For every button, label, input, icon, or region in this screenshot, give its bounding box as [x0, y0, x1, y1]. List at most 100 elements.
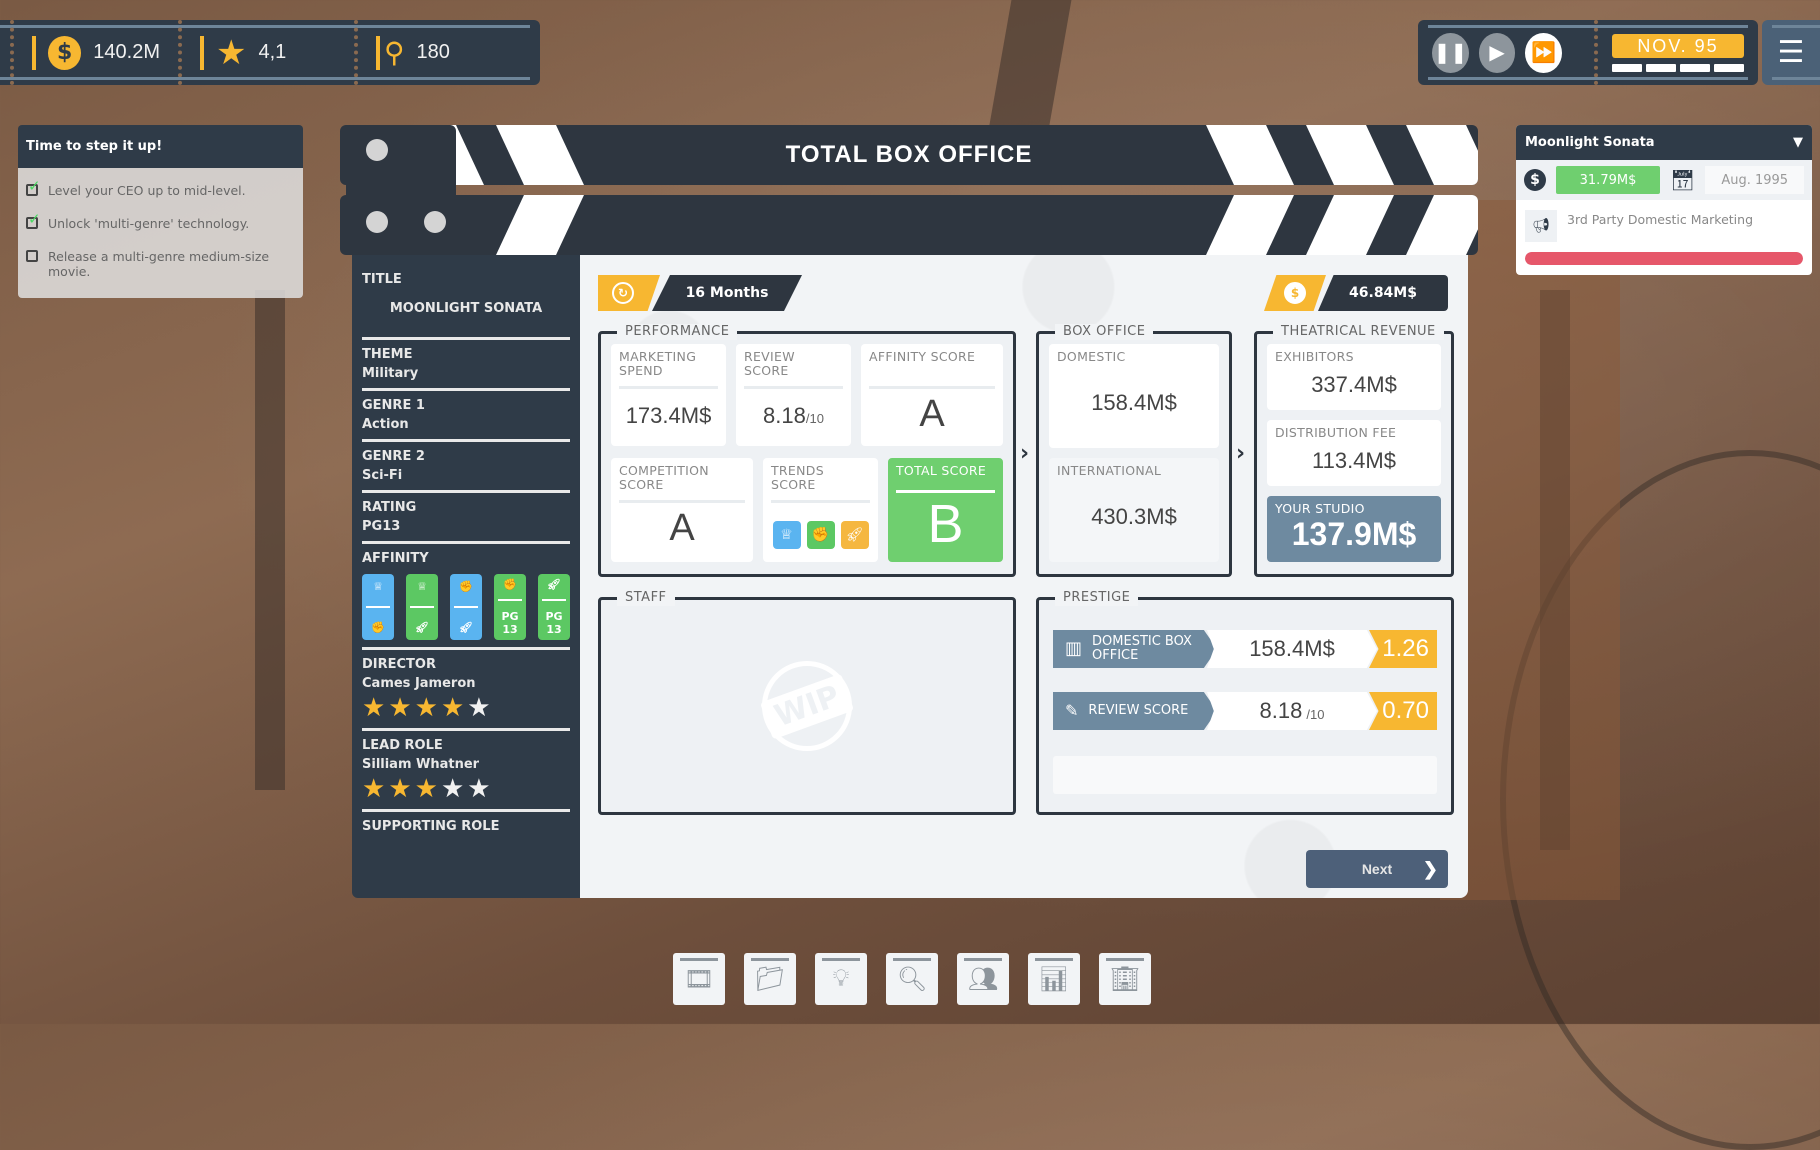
review-score-card: REVIEW SCORE 8.18/10 [736, 344, 851, 446]
prestige-multiplier: 1.26 [1369, 630, 1437, 668]
page-title: TOTAL BOX OFFICE [785, 141, 1033, 168]
international-card: INTERNATIONAL 430.3M$ [1049, 458, 1219, 562]
dropdown-triangle-icon[interactable]: ▼ [1793, 135, 1803, 150]
clapperboard-bottom [340, 195, 1478, 255]
chevron-right-icon: › [1236, 441, 1246, 466]
project-progress-bar [1525, 252, 1803, 265]
affinity-card: ✊ PG 13 [494, 574, 526, 640]
calendar-icon: 📅︎ [1670, 168, 1696, 192]
cake-icon: ♕ [373, 580, 383, 594]
pause-button[interactable]: ❚❚ [1432, 32, 1469, 73]
quest-panel: Time to step it up! Level your CEO up to… [18, 125, 303, 298]
movie-title: MOONLIGHT SONATA [389, 301, 543, 316]
research-magnifier-icon: ⚲ [384, 36, 405, 69]
star-filled-icon: ★ [388, 774, 412, 804]
affinity-score-card: AFFINITY SCORE A [861, 344, 1003, 446]
rating-counter: ★ 4,1 [178, 20, 354, 85]
box-office-group: BOX OFFICE DOMESTIC 158.4M$ INTERNATIONA… [1036, 324, 1232, 577]
affinity-card: ✊ 🚀︎ [450, 574, 482, 640]
time-controls: ❚❚ ▶ ⏩ NOV. 95 [1418, 20, 1758, 85]
director-name: Cames Jameron [362, 676, 476, 691]
next-button[interactable]: Next ❯ [1306, 850, 1448, 888]
project-task: 3rd Party Domestic Marketing [1567, 212, 1753, 227]
staff-button[interactable]: 👥︎ [957, 953, 1009, 1005]
quest-item: Level your CEO up to mid-level. [26, 174, 295, 207]
dollar-coin-icon: $ [1524, 169, 1546, 191]
exhibitors-card: EXHIBITORS 337.4M$ [1267, 344, 1441, 410]
prestige-row-domestic: ▥ DOMESTIC BOX OFFICE 158.4M$ 1.26 [1053, 630, 1437, 668]
star-empty-icon: ★ [467, 774, 491, 804]
checkbox-checked-icon [26, 212, 41, 229]
background-truss [988, 0, 1072, 130]
star-filled-icon: ★ [414, 774, 438, 804]
ideas-button[interactable]: 💡︎ [815, 953, 867, 1005]
lead-role-name: Silliam Whatner [362, 757, 480, 772]
star-filled-icon: ★ [440, 693, 465, 723]
movies-button[interactable]: 🎞︎ [673, 953, 725, 1005]
project-budget: 31.79M$ [1556, 166, 1660, 194]
affinity-card: 🚀︎ PG 13 [538, 574, 570, 640]
quest-item: Release a multi-genre medium-size movie. [26, 240, 295, 288]
report-content: ↻ 16 Months $ 46.84M$ PERFORMANCE MARKET… [580, 255, 1468, 898]
date-display: NOV. 95 [1594, 20, 1745, 85]
rating-value: PG13 [362, 519, 401, 534]
genre2-value: Sci-Fi [362, 468, 403, 483]
people-icon: 👥︎ [967, 965, 999, 993]
checkbox-checked-icon [26, 179, 41, 196]
menu-button[interactable]: ☰ [1762, 20, 1820, 85]
scripts-button[interactable]: 📁︎ [744, 953, 796, 1005]
affinity-card: ♕ ✊ [362, 574, 394, 640]
star-filled-icon: ★ [388, 693, 412, 723]
total-score-card: TOTAL SCORE B [888, 458, 1003, 562]
fast-forward-icon: ⏩ [1531, 42, 1557, 64]
fist-icon: ✊ [806, 521, 835, 549]
prestige-row-review: ✎ REVIEW SCORE 8.18/10 0.70 [1053, 692, 1437, 730]
box-office-report: TOTAL BOX OFFICE TITLE MOONLIGHT SONATA … [340, 125, 1478, 898]
checkbox-icon [26, 250, 38, 262]
lead-role-stars: ★ ★ ★ ★ ★ [362, 776, 570, 802]
project-title: Moonlight Sonata [1525, 135, 1655, 150]
building-icon: 🏢︎ [1109, 965, 1141, 993]
performance-group: PERFORMANCE MARKETING SPEND 173.4M$ REVI… [598, 324, 1016, 577]
theme-value: Military [362, 366, 419, 381]
film-play-icon: 🎞︎ [683, 965, 715, 993]
star-empty-icon: ★ [467, 693, 491, 723]
dollar-coin-icon: $ [1284, 282, 1306, 304]
studio-button[interactable]: 🏢︎ [1099, 953, 1151, 1005]
competition-score-card: COMPETITION SCORE A [611, 458, 753, 562]
marketing-spend-card: MARKETING SPEND 173.4M$ [611, 344, 726, 446]
supporting-role-label: SUPPORTING ROLE [362, 819, 500, 834]
quest-item: Unlock 'multi-genre' technology. [26, 207, 295, 240]
star-filled-icon: ★ [362, 693, 386, 723]
film-strip-icon: ▥ [1065, 638, 1083, 659]
statistics-button[interactable]: 📊︎ [1028, 953, 1080, 1005]
domestic-card: DOMESTIC 158.4M$ [1049, 344, 1219, 448]
fast-forward-button[interactable]: ⏩ [1525, 32, 1563, 73]
prestige-group: PRESTIGE ▥ DOMESTIC BOX OFFICE 158.4M$ 1.… [1036, 590, 1454, 815]
project-header[interactable]: Moonlight Sonata ▼ [1516, 125, 1812, 160]
chevron-right-icon: › [1020, 441, 1030, 466]
quest-title: Time to step it up! [18, 125, 303, 168]
rocket-icon: 🚀︎ [840, 521, 869, 549]
trends-score-card: TRENDS SCORE ♕ ✊ 🚀︎ [763, 458, 878, 562]
star-filled-icon: ★ [414, 693, 438, 723]
research-button[interactable]: 🔍︎ [886, 953, 938, 1005]
chevron-right-icon: ❯ [1422, 858, 1438, 879]
wip-stamp-icon: WIP [759, 661, 855, 751]
star-icon: ★ [216, 32, 247, 73]
revenue-tag: $ 46.84M$ [1264, 275, 1448, 311]
star-filled-icon: ★ [362, 774, 386, 804]
play-icon: ▶ [1489, 42, 1505, 64]
staff-group: STAFF WIP [598, 590, 1016, 815]
affinity-card: ♕ 🚀︎ [406, 574, 438, 640]
money-counter: $ 140.2M [10, 20, 178, 85]
research-counter: ⚲ 180 [354, 20, 530, 85]
fist-icon: ✊ [371, 620, 385, 634]
clapperboard-top: TOTAL BOX OFFICE [340, 125, 1478, 185]
play-button[interactable]: ▶ [1478, 32, 1516, 73]
genre1-value: Action [362, 417, 409, 432]
prestige-multiplier: 0.70 [1369, 692, 1437, 730]
current-date: NOV. 95 [1612, 33, 1745, 58]
project-progress-fill [1525, 252, 1803, 265]
background-truss [255, 290, 285, 790]
